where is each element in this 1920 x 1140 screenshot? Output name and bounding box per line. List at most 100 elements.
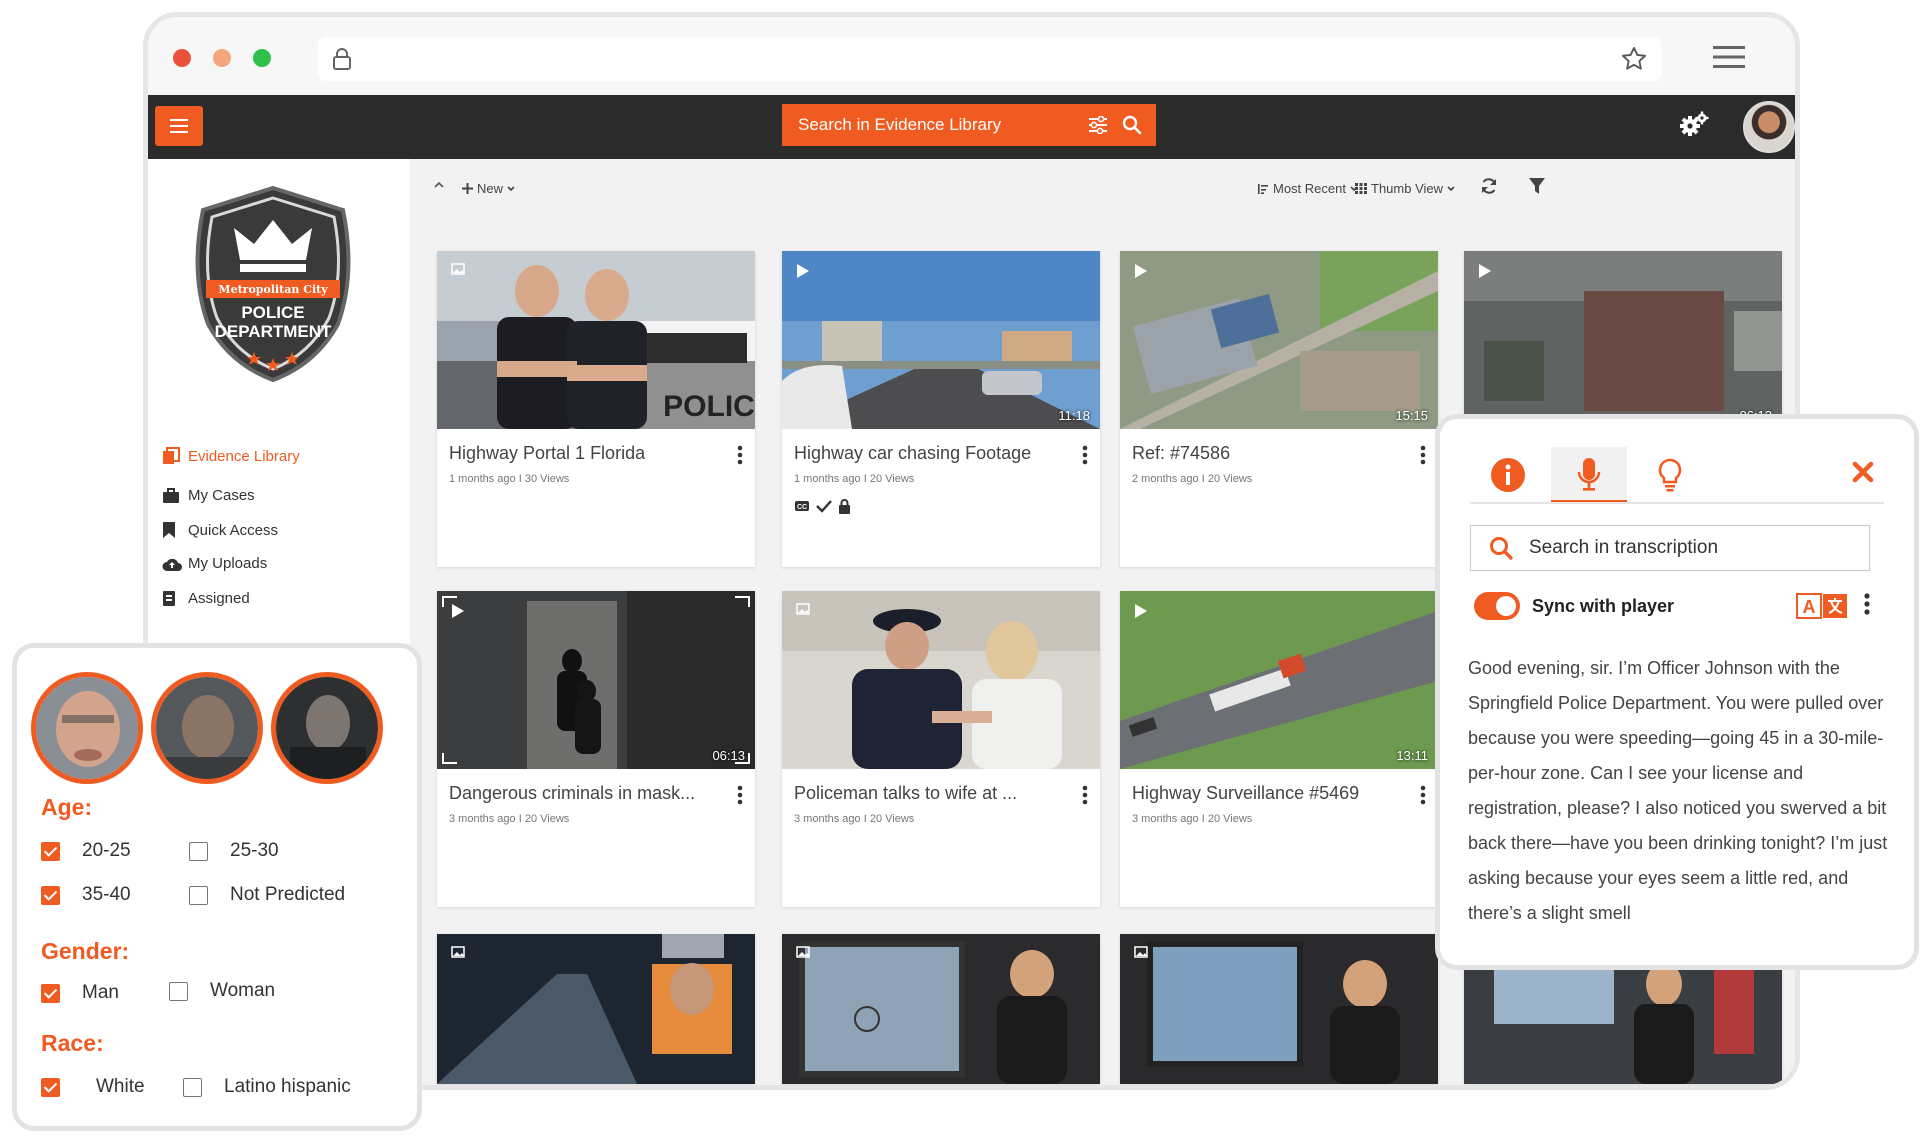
close-icon[interactable]: [1852, 461, 1874, 488]
sync-toggle[interactable]: [1474, 592, 1520, 620]
sidebar-item-evidence-library[interactable]: Evidence Library: [162, 447, 300, 465]
grid-icon: [1355, 183, 1367, 194]
collapse-chevron-icon[interactable]: [434, 181, 444, 188]
evidence-thumbnail[interactable]: 06:13: [437, 591, 755, 769]
checkbox[interactable]: [189, 841, 208, 861]
age-checkbox-35-40[interactable]: 35-40: [41, 884, 131, 906]
filter-icon[interactable]: [1528, 177, 1546, 195]
settings-gears-icon[interactable]: [1678, 109, 1710, 146]
checkbox[interactable]: [183, 1077, 202, 1097]
sidebar-item-my-cases[interactable]: My Cases: [162, 487, 255, 504]
checkbox[interactable]: [169, 981, 188, 1001]
evidence-thumbnail[interactable]: 11:18: [782, 251, 1100, 429]
new-button[interactable]: New: [462, 181, 515, 196]
card-title[interactable]: Ref: #74586: [1132, 443, 1402, 464]
checkbox[interactable]: [41, 841, 60, 861]
chevron-down-icon: [1447, 185, 1455, 191]
gender-checkbox-woman[interactable]: Woman: [169, 980, 275, 1002]
evidence-card[interactable]: [1120, 934, 1438, 1084]
play-icon[interactable]: [796, 263, 810, 279]
image-icon: [451, 263, 465, 275]
search-icon[interactable]: [1122, 115, 1142, 135]
play-icon[interactable]: [451, 603, 465, 619]
evidence-thumbnail[interactable]: [782, 934, 1100, 1084]
evidence-thumbnail[interactable]: 06:13: [1464, 251, 1782, 429]
card-title[interactable]: Dangerous criminals in mask...: [449, 783, 719, 804]
address-bar[interactable]: [318, 37, 1662, 81]
face-thumbnail[interactable]: [151, 672, 263, 784]
evidence-card[interactable]: 15:15 Ref: #74586 2 months ago I 20 View…: [1120, 251, 1438, 567]
evidence-thumbnail[interactable]: 15:15: [1120, 251, 1438, 429]
video-duration: 13:11: [1396, 748, 1428, 763]
card-title[interactable]: Policeman talks to wife at ...: [794, 783, 1064, 804]
card-title[interactable]: Highway car chasing Footage: [794, 443, 1064, 464]
card-meta: 3 months ago I 20 Views: [1132, 813, 1253, 825]
evidence-card[interactable]: [437, 934, 755, 1084]
evidence-card[interactable]: 11:18 Highway car chasing Footage 1 mont…: [782, 251, 1100, 567]
sidebar-item-assigned[interactable]: Assigned: [162, 589, 250, 607]
tab-transcription[interactable]: [1551, 447, 1627, 503]
sliders-icon[interactable]: [1088, 116, 1108, 134]
sidebar-item-label: Assigned: [188, 589, 250, 607]
svg-text:DEPARTMENT: DEPARTMENT: [215, 322, 332, 341]
sort-dropdown[interactable]: Most Recent: [1257, 181, 1358, 196]
close-window-button[interactable]: [173, 49, 191, 67]
checkbox[interactable]: [189, 885, 208, 905]
play-icon[interactable]: [1134, 263, 1148, 279]
age-checkbox-25-30[interactable]: 25-30: [189, 840, 279, 862]
gender-checkbox-man[interactable]: Man: [41, 982, 119, 1004]
evidence-card[interactable]: POLICE Highway Portal 1 Florida 1 months…: [437, 251, 755, 567]
checkbox[interactable]: [41, 983, 60, 1003]
view-dropdown[interactable]: Thumb View: [1355, 181, 1455, 196]
evidence-card[interactable]: [782, 934, 1100, 1084]
more-options-icon[interactable]: [737, 445, 743, 470]
play-icon[interactable]: [1134, 603, 1148, 619]
evidence-thumbnail[interactable]: [437, 934, 755, 1084]
maximize-window-button[interactable]: [253, 49, 271, 67]
more-options-icon[interactable]: [1420, 445, 1426, 470]
minimize-window-button[interactable]: [213, 49, 231, 67]
face-thumbnail[interactable]: [271, 672, 383, 784]
sidebar-item-label: My Uploads: [188, 555, 268, 572]
translate-icon[interactable]: A: [1796, 593, 1848, 619]
transcription-search-input[interactable]: Search in transcription: [1470, 525, 1870, 571]
evidence-search-input[interactable]: Search in Evidence Library: [798, 115, 1088, 135]
bookmark-star-icon[interactable]: [1620, 45, 1648, 78]
checkbox[interactable]: [41, 1077, 60, 1097]
more-options-icon[interactable]: [1082, 785, 1088, 810]
age-checkbox-20-25[interactable]: 20-25: [41, 840, 131, 862]
card-title[interactable]: Highway Portal 1 Florida: [449, 443, 719, 464]
evidence-card[interactable]: Policeman talks to wife at ... 3 months …: [782, 591, 1100, 907]
sync-label: Sync with player: [1532, 595, 1675, 616]
evidence-thumbnail[interactable]: [782, 591, 1100, 769]
play-icon[interactable]: [1478, 263, 1492, 279]
tab-divider: [1470, 502, 1884, 504]
more-options-icon[interactable]: [1864, 592, 1870, 620]
lock-icon: [838, 499, 851, 519]
tab-info[interactable]: [1470, 447, 1546, 503]
more-options-icon[interactable]: [737, 785, 743, 810]
race-checkbox-latino-hispanic[interactable]: Latino hispanic: [183, 1076, 351, 1098]
card-title[interactable]: Highway Surveillance #5469: [1132, 783, 1402, 804]
face-thumbnail[interactable]: [31, 672, 143, 784]
tab-insights[interactable]: [1632, 447, 1708, 503]
sidebar-item-quick-access[interactable]: Quick Access: [162, 521, 278, 539]
evidence-thumbnail[interactable]: [1120, 934, 1438, 1084]
checkbox[interactable]: [41, 885, 60, 905]
sidebar-toggle-button[interactable]: [155, 106, 203, 146]
lock-icon: [332, 47, 352, 76]
evidence-card[interactable]: 13:11 Highway Surveillance #5469 3 month…: [1120, 591, 1438, 907]
menu-icon[interactable]: [1713, 45, 1745, 74]
more-options-icon[interactable]: [1082, 445, 1088, 470]
more-options-icon[interactable]: [1420, 785, 1426, 810]
user-avatar[interactable]: [1743, 101, 1795, 153]
card-meta: 1 months ago I 20 Views: [794, 473, 915, 485]
evidence-card[interactable]: 06:13 Dangerous criminals in mask... 3 m…: [437, 591, 755, 907]
age-checkbox-not-predicted[interactable]: Not Predicted: [189, 884, 345, 906]
sidebar-item-my-uploads[interactable]: My Uploads: [162, 555, 267, 572]
race-checkbox-white[interactable]: White: [41, 1076, 145, 1098]
evidence-thumbnail[interactable]: POLICE: [437, 251, 755, 429]
evidence-search-bar[interactable]: Search in Evidence Library: [782, 104, 1156, 146]
refresh-icon[interactable]: [1480, 177, 1498, 195]
evidence-thumbnail[interactable]: 13:11: [1120, 591, 1438, 769]
